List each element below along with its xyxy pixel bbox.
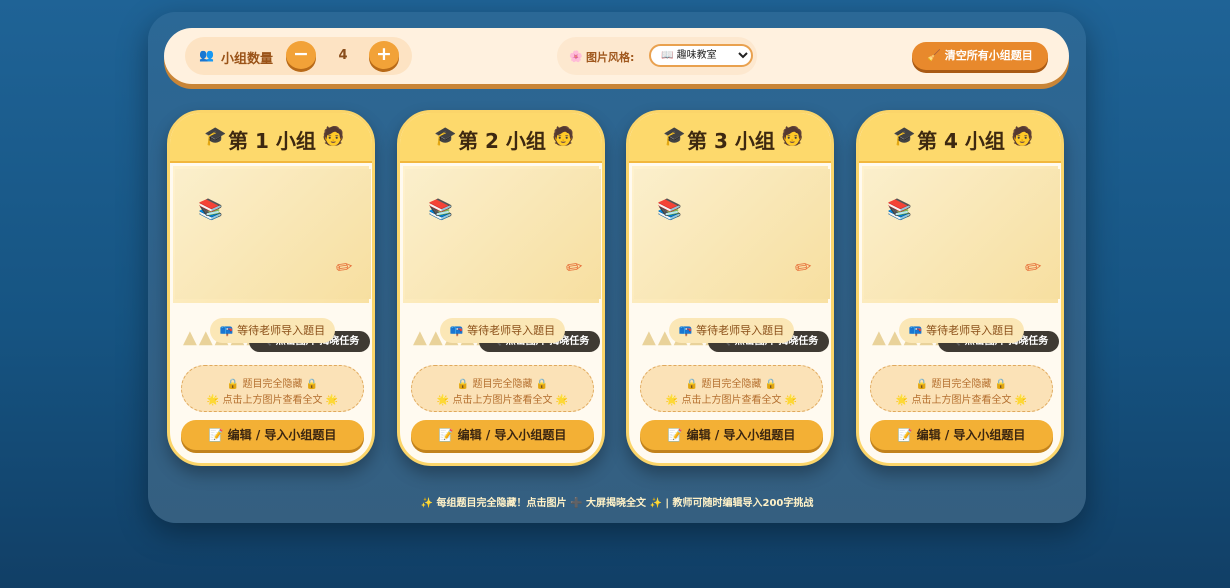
card-title: 第 3 小组 — [687, 129, 775, 153]
waiting-badge: 📪 等待老师导入题目 — [210, 318, 335, 343]
footer-text-3: | 教师可随时编辑导入200字挑战 — [665, 498, 814, 509]
sparkle-icon: ✨ — [420, 498, 434, 509]
card-header: 🎓 第 3 小组 🧑 — [629, 113, 831, 163]
group-card: 🎓 第 2 小组 🧑 📚 ✏ ▲▲▲▲▲▲▲▲▲ 🔍 点击图片 揭晓任务 📪 等… — [397, 110, 605, 466]
people-icon: 👥 — [199, 48, 214, 62]
teacher-icon: 🧑 — [1011, 126, 1034, 147]
graduate-icon: 🎓 — [434, 126, 457, 147]
footer-text-2: 大屏揭晓全文 — [585, 498, 646, 509]
waiting-badge: 📪 等待老师导入题目 — [899, 318, 1024, 343]
pencil-icon: ✏ — [334, 253, 355, 281]
books-icon: 📚 — [198, 197, 223, 221]
edit-import-button[interactable]: 📝 编辑 / 导入小组题目 — [181, 420, 364, 450]
teacher-icon: 🧑 — [552, 126, 575, 147]
footer-tip: ✨ 每组题目完全隐藏！点击图片 ➕ 大屏揭晓全文 ✨ | 教师可随时编辑导入20… — [148, 494, 1086, 509]
group-card: 🎓 第 4 小组 🧑 📚 ✏ ▲▲▲▲▲▲▲▲▲ 🔍 点击图片 揭晓任务 📪 等… — [856, 110, 1064, 466]
task-image-canvas: 📚 ✏ ▲▲▲▲▲▲▲▲▲ 🔍 点击图片 揭晓任务 — [175, 169, 371, 352]
card-header: 🎓 第 2 小组 🧑 — [400, 113, 602, 163]
task-image[interactable]: 📚 ✏ ▲▲▲▲▲▲▲▲▲ 🔍 点击图片 揭晓任务 — [862, 166, 1060, 352]
waiting-badge: 📪 等待老师导入题目 — [669, 318, 794, 343]
card-header: 🎓 第 1 小组 🧑 — [170, 113, 372, 163]
group-count-control: 👥 小组数量 − 4 + — [185, 37, 412, 75]
hidden-hint: 🌟 点击上方图片查看全文 🌟 — [206, 395, 339, 406]
image-style-select[interactable]: 📖 趣味教室 — [649, 44, 753, 67]
waiting-badge-label: 等待老师导入题目 — [237, 324, 326, 337]
image-style-control: 🌸 图片风格: 📖 趣味教室 — [557, 37, 757, 75]
graduate-icon: 🎓 — [663, 126, 686, 147]
footer-text-1: 每组题目完全隐藏！点击图片 — [436, 498, 567, 509]
graduate-icon: 🎓 — [893, 126, 916, 147]
card-title: 第 2 小组 — [458, 129, 546, 153]
waiting-badge-label: 等待老师导入题目 — [696, 324, 785, 337]
decrease-group-button[interactable]: − — [286, 41, 316, 69]
edit-import-button[interactable]: 📝 编辑 / 导入小组题目 — [870, 420, 1053, 450]
hidden-question-box: 🔒 题目完全隐藏 🔒 🌟 点击上方图片查看全文 🌟 — [870, 365, 1053, 412]
hidden-hint: 🌟 点击上方图片查看全文 🌟 — [665, 395, 798, 406]
edit-import-button[interactable]: 📝 编辑 / 导入小组题目 — [411, 420, 594, 450]
card-title: 第 1 小组 — [228, 129, 316, 153]
task-image-canvas: 📚 ✏ ▲▲▲▲▲▲▲▲▲ 🔍 点击图片 揭晓任务 — [864, 169, 1060, 352]
clear-all-button[interactable]: 🧹 清空所有小组题目 — [912, 42, 1048, 70]
mailbox-icon: 📪 — [449, 324, 464, 337]
hidden-notice: 🔒 题目完全隐藏 🔒 — [685, 379, 778, 390]
teacher-icon: 🧑 — [322, 126, 345, 147]
card-header: 🎓 第 4 小组 🧑 — [859, 113, 1061, 163]
graduate-icon: 🎓 — [204, 126, 227, 147]
books-icon: 📚 — [887, 197, 912, 221]
group-count-value: 4 — [338, 48, 348, 63]
group-card: 🎓 第 3 小组 🧑 📚 ✏ ▲▲▲▲▲▲▲▲▲ 🔍 点击图片 揭晓任务 📪 等… — [626, 110, 834, 466]
books-icon: 📚 — [657, 197, 682, 221]
group-count-label: 小组数量 — [221, 52, 274, 67]
group-card: 🎓 第 1 小组 🧑 📚 ✏ ▲▲▲▲▲▲▲▲▲ 🔍 点击图片 揭晓任务 📪 等… — [167, 110, 375, 466]
waiting-badge: 📪 等待老师导入题目 — [440, 318, 565, 343]
edit-import-button[interactable]: 📝 编辑 / 导入小组题目 — [640, 420, 823, 450]
mailbox-icon: 📪 — [908, 324, 923, 337]
hidden-question-box: 🔒 题目完全隐藏 🔒 🌟 点击上方图片查看全文 🌟 — [640, 365, 823, 412]
hidden-hint: 🌟 点击上方图片查看全文 🌟 — [895, 395, 1028, 406]
task-image[interactable]: 📚 ✏ ▲▲▲▲▲▲▲▲▲ 🔍 点击图片 揭晓任务 — [173, 166, 371, 352]
hidden-notice: 🔒 题目完全隐藏 🔒 — [915, 379, 1008, 390]
pencil-icon: ✏ — [564, 253, 585, 281]
task-image[interactable]: 📚 ✏ ▲▲▲▲▲▲▲▲▲ 🔍 点击图片 揭晓任务 — [632, 166, 830, 352]
mailbox-icon: 📪 — [219, 324, 234, 337]
waiting-badge-label: 等待老师导入题目 — [467, 324, 556, 337]
hidden-notice: 🔒 题目完全隐藏 🔒 — [226, 379, 319, 390]
plus-icon: ➕ — [570, 498, 583, 509]
pencil-icon: ✏ — [793, 253, 814, 281]
waiting-badge-label: 等待老师导入题目 — [926, 324, 1015, 337]
pencil-icon: ✏ — [1023, 253, 1044, 281]
hidden-notice: 🔒 题目完全隐藏 🔒 — [456, 379, 549, 390]
palette-icon: 🌸 — [569, 50, 583, 63]
teacher-icon: 🧑 — [781, 126, 804, 147]
hidden-hint: 🌟 点击上方图片查看全文 🌟 — [436, 395, 569, 406]
image-style-label: 图片风格: — [586, 51, 635, 64]
toolbar: 👥 小组数量 − 4 + 🌸 图片风格: 📖 趣味教室 🧹 清空所有小组题目 — [164, 28, 1069, 84]
hidden-question-box: 🔒 题目完全隐藏 🔒 🌟 点击上方图片查看全文 🌟 — [411, 365, 594, 412]
sparkle-icon: ✨ — [649, 498, 662, 509]
task-image-canvas: 📚 ✏ ▲▲▲▲▲▲▲▲▲ 🔍 点击图片 揭晓任务 — [634, 169, 830, 352]
books-icon: 📚 — [428, 197, 453, 221]
card-title: 第 4 小组 — [917, 129, 1005, 153]
main-panel: 👥 小组数量 − 4 + 🌸 图片风格: 📖 趣味教室 🧹 清空所有小组题目 🎓… — [148, 12, 1086, 523]
task-image[interactable]: 📚 ✏ ▲▲▲▲▲▲▲▲▲ 🔍 点击图片 揭晓任务 — [403, 166, 601, 352]
task-image-canvas: 📚 ✏ ▲▲▲▲▲▲▲▲▲ 🔍 点击图片 揭晓任务 — [405, 169, 601, 352]
increase-group-button[interactable]: + — [369, 41, 399, 69]
mailbox-icon: 📪 — [678, 324, 693, 337]
hidden-question-box: 🔒 题目完全隐藏 🔒 🌟 点击上方图片查看全文 🌟 — [181, 365, 364, 412]
